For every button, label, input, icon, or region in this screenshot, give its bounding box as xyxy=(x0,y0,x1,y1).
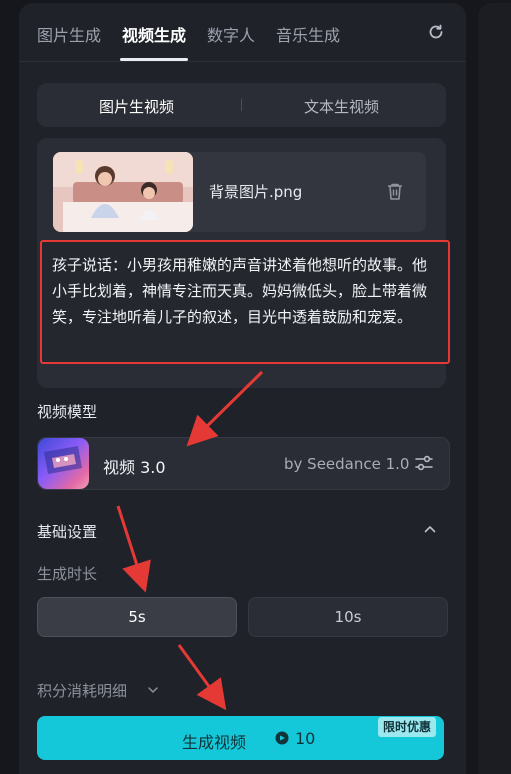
active-tab-indicator xyxy=(120,58,188,61)
mode-divider xyxy=(241,99,242,111)
credits-detail-toggle[interactable]: 积分消耗明细 xyxy=(37,680,127,701)
duration-label: 生成时长 xyxy=(37,565,98,583)
right-panel xyxy=(478,3,511,774)
basic-settings-title: 基础设置 xyxy=(37,523,98,541)
tab-bar: 图片生成 视频生成 数字人 音乐生成 xyxy=(19,3,466,62)
model-thumbnail xyxy=(38,438,89,489)
generation-mode-switch: 图片生视频 文本生视频 xyxy=(37,83,446,127)
model-name: 视频 3.0 xyxy=(103,458,166,477)
sliders-icon[interactable] xyxy=(414,453,434,473)
file-name: 背景图片.png xyxy=(209,183,303,201)
history-icon[interactable] xyxy=(427,23,445,41)
chevron-down-icon[interactable] xyxy=(147,684,159,696)
duration-5s-button[interactable]: 5s xyxy=(37,597,237,637)
mode-image-to-video[interactable]: 图片生视频 xyxy=(99,96,174,117)
trash-icon[interactable] xyxy=(386,182,404,202)
prompt-input[interactable]: 孩子说话：小男孩用稚嫩的声音讲述着他想听的故事。他小手比划着，神情专注而天真。妈… xyxy=(40,240,450,364)
credit-coin-icon xyxy=(275,731,289,745)
generate-label: 生成视频 xyxy=(182,733,247,752)
tab-music-generation[interactable]: 音乐生成 xyxy=(276,22,340,46)
video-generation-panel: 图片生成 视频生成 数字人 音乐生成 图片生视频 文本生视频 背景图片.png … xyxy=(19,3,466,774)
model-provider: by Seedance 1.0 xyxy=(284,455,410,473)
thumbnail-illustration xyxy=(53,152,193,232)
duration-10s-button[interactable]: 10s xyxy=(248,597,448,637)
tab-video-generation[interactable]: 视频生成 xyxy=(122,22,186,46)
chevron-up-icon[interactable] xyxy=(423,522,437,536)
image-thumbnail xyxy=(53,152,193,232)
mode-text-to-video[interactable]: 文本生视频 xyxy=(304,96,379,117)
model-selector[interactable]: 视频 3.0 by Seedance 1.0 xyxy=(37,437,450,490)
prompt-text: 孩子说话：小男孩用稚嫩的声音讲述着他想听的故事。他小手比划着，神情专注而天真。妈… xyxy=(52,256,428,326)
model-section-title: 视频模型 xyxy=(37,403,98,421)
tab-image-generation[interactable]: 图片生成 xyxy=(37,22,101,46)
promo-badge: 限时优惠 xyxy=(378,717,437,737)
tab-digital-human[interactable]: 数字人 xyxy=(207,22,255,46)
model-art xyxy=(44,446,82,474)
generate-cost: 10 xyxy=(295,729,316,748)
uploaded-file[interactable]: 背景图片.png xyxy=(53,152,426,232)
